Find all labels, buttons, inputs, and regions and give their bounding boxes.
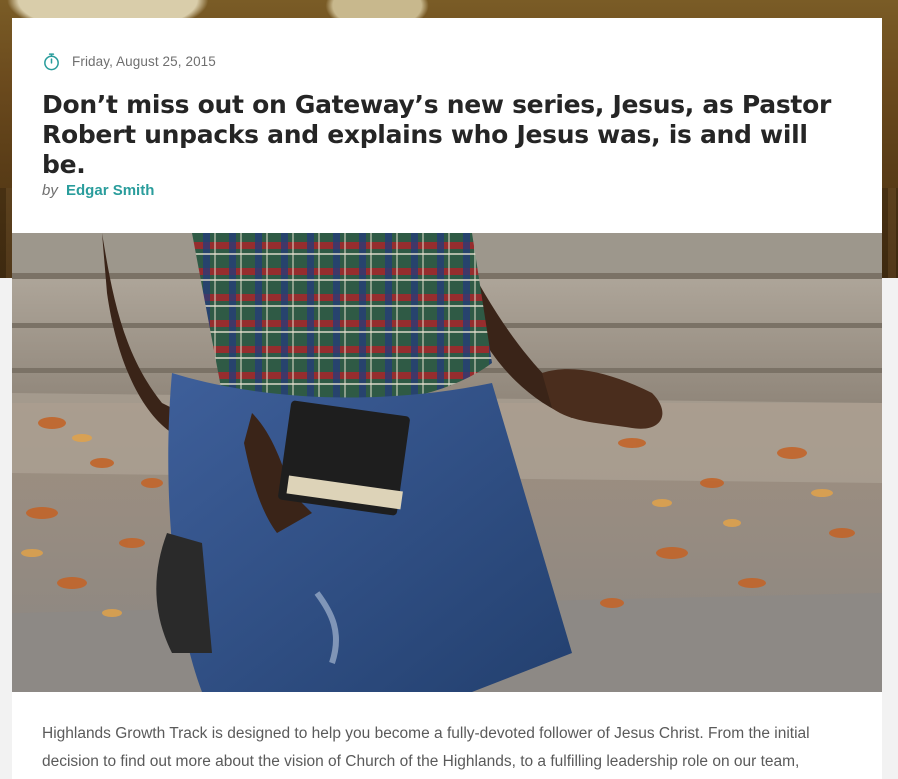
blog-post-card: Friday, August 25, 2015 Don’t miss out o…: [12, 18, 882, 779]
byline-prefix: by: [42, 182, 58, 199]
featured-image: [12, 233, 882, 692]
post-title: Don’t miss out on Gateway’s new series, …: [42, 90, 831, 179]
post-date: Friday, August 25, 2015: [72, 54, 216, 69]
author-link[interactable]: Edgar Smith: [66, 182, 154, 199]
stopwatch-icon: [44, 53, 59, 71]
post-meta: Friday, August 25, 2015: [42, 52, 216, 71]
byline: by Edgar Smith: [42, 182, 154, 199]
post-excerpt: Highlands Growth Track is designed to he…: [42, 725, 810, 770]
